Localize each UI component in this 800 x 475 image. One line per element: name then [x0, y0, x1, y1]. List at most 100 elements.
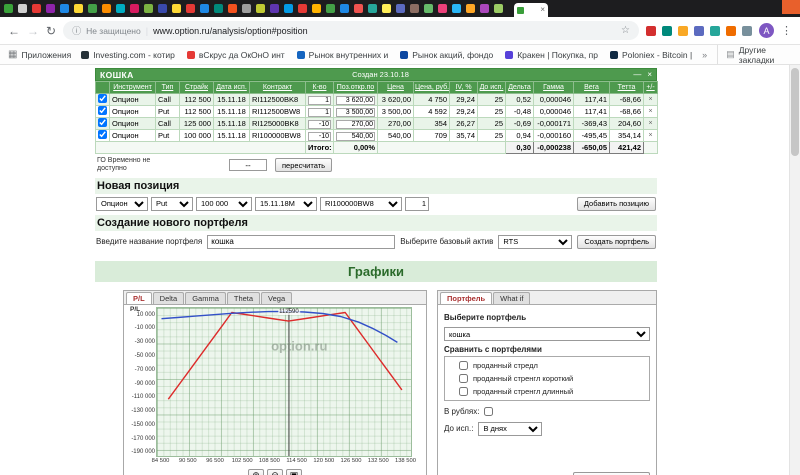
compare-checkbox[interactable] [459, 360, 468, 370]
plot-area[interactable]: option.ru 112590 [156, 306, 412, 457]
bookmark-item[interactable]: Poloniex - Bitcoin | кри [609, 50, 692, 60]
browser-tab-favicon[interactable] [214, 4, 223, 13]
browser-tab-favicon[interactable] [298, 4, 307, 13]
compare-checkbox[interactable] [459, 386, 468, 396]
chart-tab-vega[interactable]: Vega [261, 291, 293, 304]
profile-avatar[interactable]: A [759, 23, 774, 38]
column-header[interactable]: Тип [155, 81, 180, 94]
strike-select[interactable]: 100 000 [196, 196, 252, 211]
scrollbar-thumb[interactable] [791, 68, 799, 156]
column-header[interactable]: К-во [305, 81, 334, 94]
forward-icon[interactable]: → [27, 25, 39, 37]
open-price-input[interactable] [336, 131, 375, 141]
add-position-button[interactable]: Добавить позицию [576, 196, 656, 211]
browser-tab-favicon[interactable] [284, 4, 293, 13]
open-price-input[interactable] [336, 107, 375, 117]
rub-checkbox[interactable] [484, 406, 494, 416]
column-header[interactable]: +/- [643, 81, 658, 94]
browser-tab-favicon[interactable] [256, 4, 265, 13]
column-header[interactable]: Дата исп. [213, 81, 250, 94]
site-info-icon[interactable]: ⓘ [72, 24, 81, 37]
column-header[interactable]: Вега [573, 81, 610, 94]
zoom-fit-button[interactable]: ▣ [286, 468, 302, 475]
browser-tab-favicon[interactable] [452, 4, 461, 13]
bookmark-item[interactable]: Investing.com - котир [81, 50, 175, 60]
column-header[interactable]: Гамма [533, 81, 574, 94]
column-header[interactable]: До исп. [477, 81, 506, 94]
browser-tab-favicon[interactable] [74, 4, 83, 13]
browser-tab-favicon[interactable] [424, 4, 433, 13]
column-header[interactable]: Инструмент [109, 81, 156, 94]
page-scrollbar[interactable] [789, 65, 800, 475]
extension-icon[interactable] [742, 25, 752, 36]
extension-icon[interactable] [646, 25, 656, 36]
qty-input[interactable] [308, 107, 331, 117]
window-close-button[interactable] [782, 0, 800, 14]
compare-checkbox[interactable] [459, 373, 468, 383]
browser-tab-favicon[interactable] [32, 4, 41, 13]
tab-close-icon[interactable]: × [540, 6, 545, 14]
bookmarks-overflow-icon[interactable]: » [702, 50, 707, 60]
chart-tab-p-l[interactable]: P/L [126, 291, 152, 304]
reload-icon[interactable]: ↻ [46, 25, 56, 37]
browser-tab-favicon[interactable] [102, 4, 111, 13]
zoom-out-button[interactable]: ⊖ [267, 468, 283, 475]
open-price-input[interactable] [336, 119, 375, 129]
zoom-in-button[interactable]: ⊕ [248, 468, 264, 475]
chart-tab-gamma[interactable]: Gamma [185, 291, 226, 304]
remove-position-icon[interactable]: × [643, 129, 658, 142]
extension-icon[interactable] [726, 25, 736, 36]
browser-tab-favicon[interactable] [368, 4, 377, 13]
browser-tab-favicon[interactable] [18, 4, 27, 13]
browser-tab-favicon[interactable] [60, 4, 69, 13]
browser-tab-favicon[interactable] [228, 4, 237, 13]
browser-tab-favicon[interactable] [186, 4, 195, 13]
browser-tab-favicon[interactable] [312, 4, 321, 13]
browser-tab-favicon[interactable] [172, 4, 181, 13]
qty-input[interactable] [308, 95, 331, 105]
browser-tab-favicon[interactable] [116, 4, 125, 13]
browser-tab-favicon[interactable] [494, 4, 503, 13]
contract-select[interactable]: RI100000BW8 [320, 196, 402, 211]
extension-icon[interactable] [678, 25, 688, 36]
extension-icon[interactable] [710, 25, 720, 36]
browser-tab-favicon[interactable] [326, 4, 335, 13]
column-header[interactable]: Контракт [249, 81, 306, 94]
instrument-select[interactable]: Опцион [96, 196, 148, 211]
browser-tab-favicon[interactable] [354, 4, 363, 13]
remove-position-icon[interactable]: × [643, 93, 658, 106]
compare-option[interactable]: проданный стренгл короткий [445, 372, 649, 385]
url-bar[interactable]: ⓘ Не защищено | www.option.ru/analysis/o… [63, 21, 639, 40]
column-header[interactable]: IV, % [449, 81, 478, 94]
remove-position-icon[interactable]: × [643, 117, 658, 130]
remove-position-icon[interactable]: × [643, 105, 658, 118]
row-checkbox[interactable] [98, 106, 107, 115]
browser-tab-favicon[interactable] [242, 4, 251, 13]
browser-tab-favicon[interactable] [130, 4, 139, 13]
browser-tab-favicon[interactable] [158, 4, 167, 13]
browser-tab-favicon[interactable] [480, 4, 489, 13]
browser-menu-icon[interactable]: ⋮ [781, 24, 792, 37]
expiry-select[interactable]: 15.11.18М [255, 196, 317, 211]
browser-tab-favicon[interactable] [200, 4, 209, 13]
back-icon[interactable]: ← [8, 25, 20, 37]
options-tab[interactable]: Портфель [440, 291, 493, 304]
portfolio-select[interactable]: кошка [444, 327, 650, 342]
bookmark-item[interactable]: Рынок внутренних и [296, 50, 388, 60]
browser-tab-favicon[interactable] [340, 4, 349, 13]
column-header[interactable]: Поз.откр.по [333, 81, 378, 94]
open-price-input[interactable] [336, 95, 375, 105]
row-checkbox[interactable] [98, 94, 107, 103]
qty-input[interactable] [308, 119, 331, 129]
create-portfolio-button[interactable]: Создать портфель [577, 234, 656, 249]
browser-tab-favicon[interactable] [438, 4, 447, 13]
row-checkbox[interactable] [98, 130, 107, 139]
browser-tab-favicon[interactable] [46, 4, 55, 13]
browser-tab-favicon[interactable] [144, 4, 153, 13]
recalculate-button[interactable]: пересчитать [275, 158, 333, 173]
url-text[interactable]: www.option.ru/analysis/option#position [153, 26, 616, 36]
browser-tab-favicon[interactable] [382, 4, 391, 13]
days-select[interactable]: В днях [478, 421, 543, 436]
active-browser-tab[interactable]: × [514, 3, 548, 17]
chart-tab-delta[interactable]: Delta [152, 291, 185, 304]
